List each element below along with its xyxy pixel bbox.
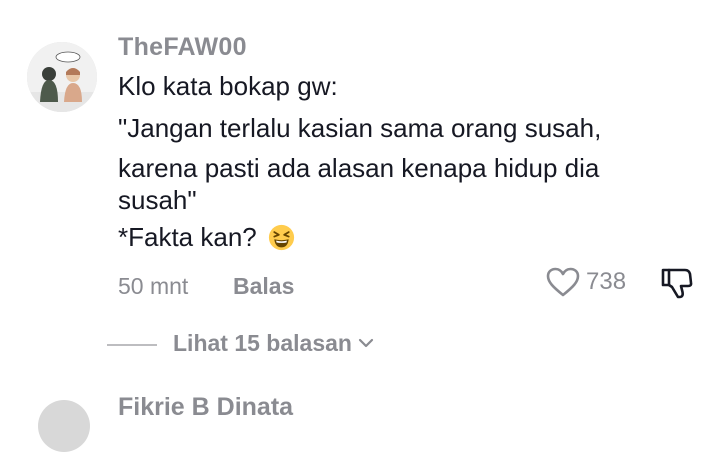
reply-button[interactable]: Balas [233,273,294,300]
comment-text-line: karena pasti ada alasan kenapa hidup dia [118,153,600,183]
view-replies-label: Lihat 15 balasan [173,330,352,356]
comment-username[interactable]: TheFAW00 [118,33,247,62]
comment-timestamp: 50 mnt [118,273,189,299]
comment-text-line: Klo kata bokap gw: [118,71,338,101]
grinning-squinting-face-icon [268,224,295,251]
view-replies-button[interactable]: Lihat 15 balasan [173,330,374,357]
avatar[interactable] [27,42,97,112]
next-avatar[interactable] [38,400,90,452]
comment-text-last-line: *Fakta kan? [118,222,295,253]
comment-text-line: susah" [118,185,197,215]
avatar-illustration-icon [27,42,97,112]
heart-icon[interactable] [545,266,581,298]
thumbs-down-icon[interactable] [658,264,696,300]
like-count: 738 [586,268,627,295]
replies-divider [107,344,157,346]
comment-text-line: "Jangan terlalu kasian sama orang susah, [118,113,602,143]
chevron-down-icon [358,338,374,348]
comment-text-line: *Fakta kan? [118,222,257,252]
next-comment-username[interactable]: Fikrie B Dinata [118,393,293,422]
